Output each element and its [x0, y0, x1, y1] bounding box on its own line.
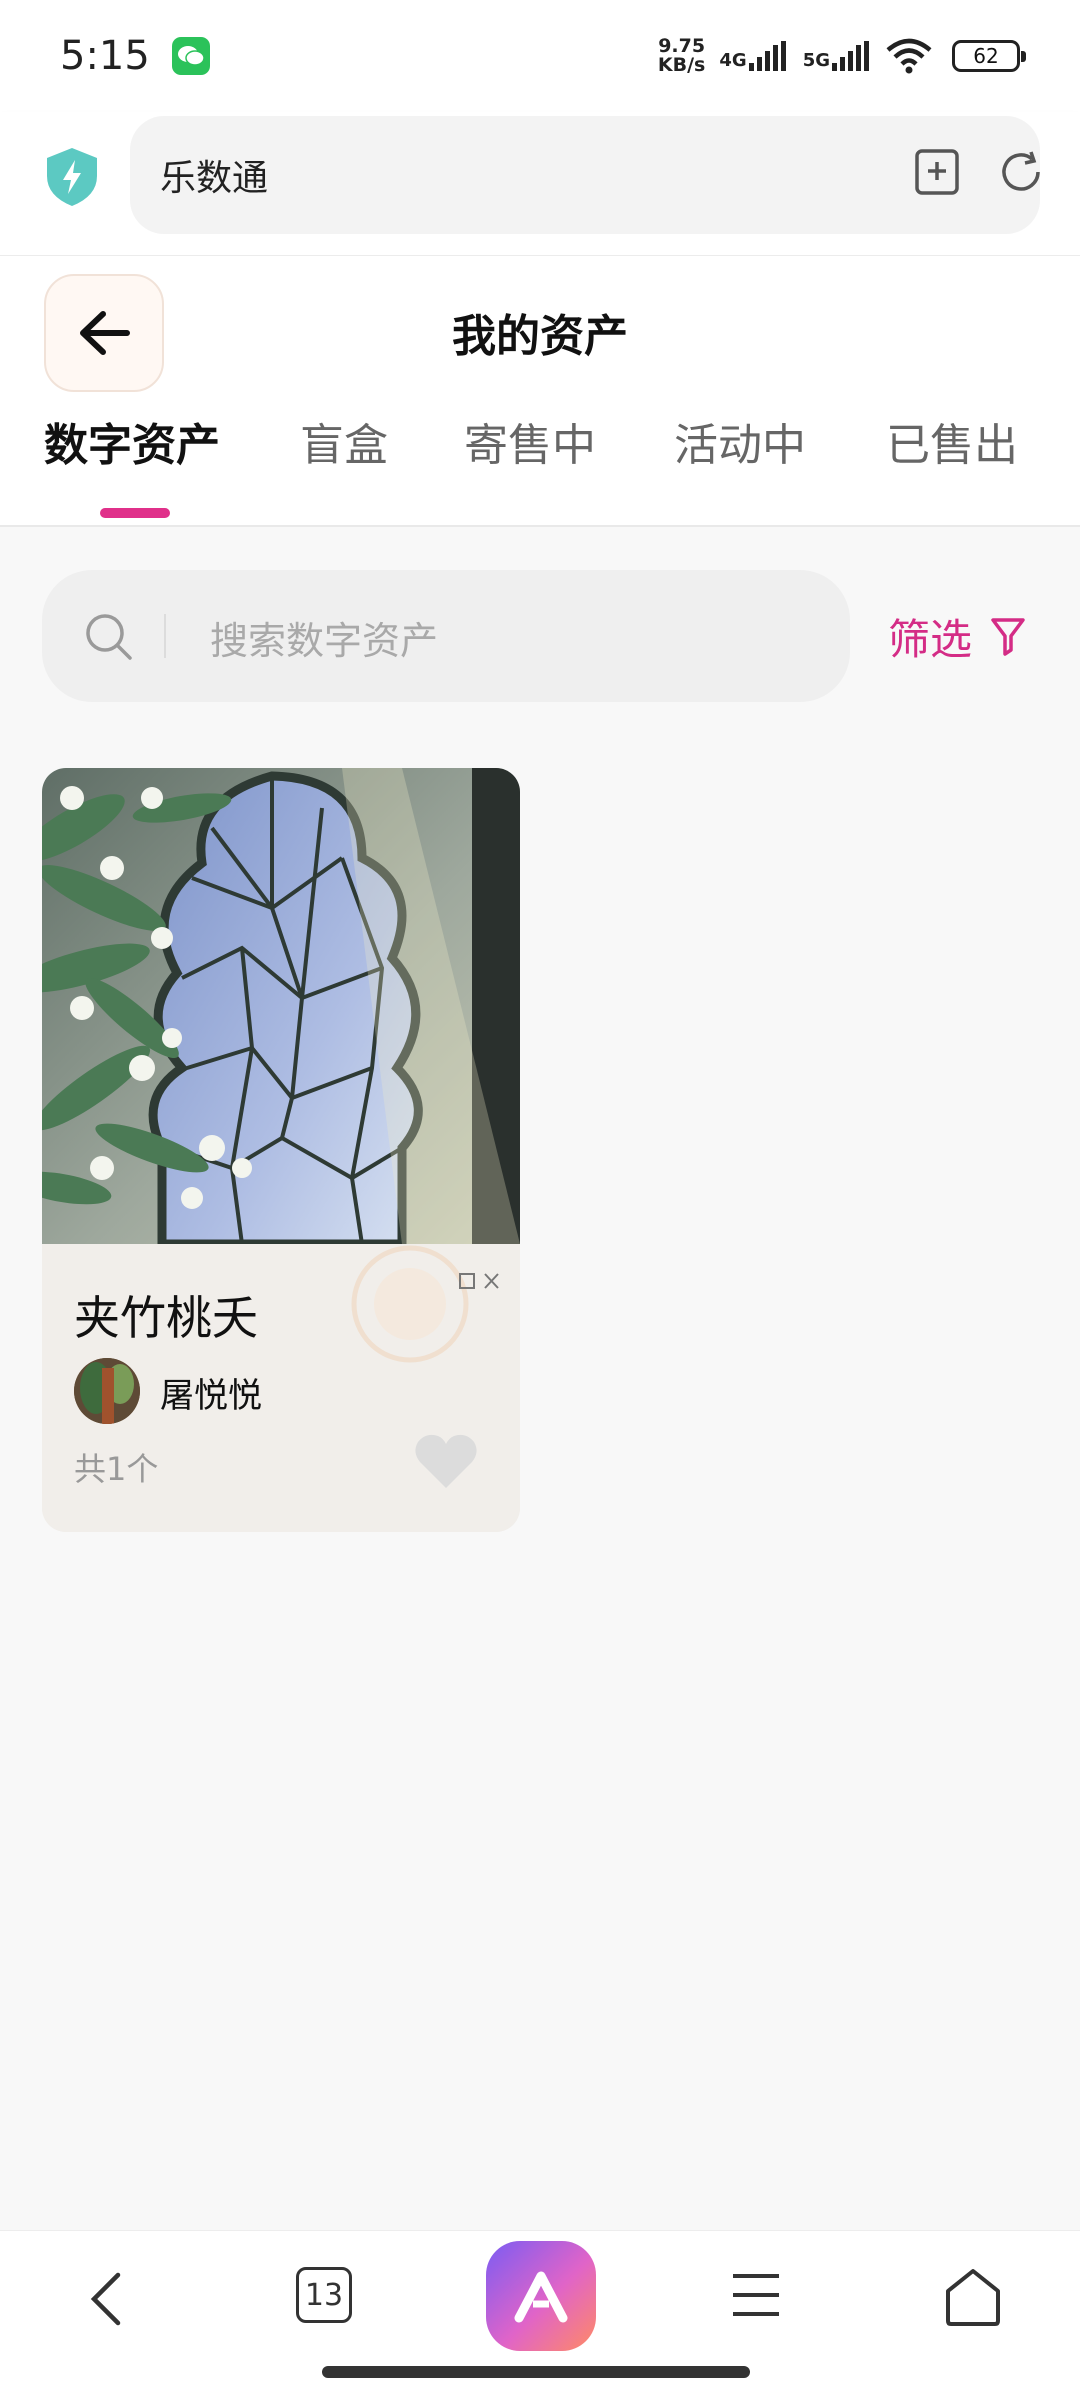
asset-count: 共1个 [74, 1450, 159, 1488]
wifi-icon [886, 38, 932, 74]
battery-level: 62 [973, 44, 999, 68]
ai-assistant-button[interactable] [486, 2241, 596, 2351]
divider [0, 525, 1080, 527]
ai-logo-icon [514, 2271, 568, 2323]
signal-bars-icon [832, 41, 869, 71]
menu-button[interactable] [728, 2267, 784, 2323]
network-speed-unit: KB/s [657, 54, 706, 76]
nav-back-button[interactable] [76, 2267, 136, 2331]
asset-info: 夹竹桃夭 屠悦悦 共1个 [42, 1244, 520, 1532]
page: 5:15 9.75 KB/s 4G 5G 62 乐数通 我的资产 数字资产 盲盒… [0, 0, 1080, 2400]
browser-toolbar: 乐数通 [0, 112, 1080, 256]
address-text: 乐数通 [160, 158, 269, 199]
active-tab-indicator [100, 508, 170, 518]
status-time: 5:15 [60, 33, 150, 79]
search-input[interactable]: 搜索数字资产 [42, 570, 850, 702]
asset-card[interactable]: 夹竹桃夭 屠悦悦 共1个 [42, 768, 520, 1532]
signal-5g: 5G [803, 41, 872, 71]
refresh-icon[interactable] [998, 150, 1044, 196]
network-speed: 9.75 KB/s [658, 37, 705, 75]
filter-button[interactable]: 筛选 [888, 606, 1026, 666]
tabs-button[interactable]: 13 [296, 2267, 352, 2323]
asset-title: 夹竹桃夭 [74, 1291, 258, 1345]
signal-4g-label: 4G [719, 50, 747, 71]
status-bar: 5:15 9.75 KB/s 4G 5G 62 [0, 0, 1080, 112]
card-decoration [351, 1245, 499, 1363]
signal-5g-label: 5G [802, 50, 830, 71]
address-bar[interactable]: 乐数通 [130, 116, 1040, 234]
add-bookmark-icon[interactable] [914, 148, 960, 196]
search-separator [164, 614, 166, 658]
tab-blind-box[interactable]: 盲盒 [300, 406, 388, 486]
tab-in-activity[interactable]: 活动中 [674, 406, 806, 486]
tab-count: 13 [304, 2277, 344, 2313]
shield-icon[interactable] [44, 146, 100, 208]
signal-bars-icon [748, 41, 786, 71]
chevron-left-icon [90, 2272, 121, 2326]
asset-thumbnail[interactable] [42, 768, 520, 1244]
search-icon [86, 614, 132, 660]
home-icon [946, 2269, 1000, 2326]
funnel-icon [991, 618, 1025, 656]
tab-on-consignment[interactable]: 寄售中 [464, 406, 596, 486]
page-title: 我的资产 [452, 311, 628, 362]
status-icons: 9.75 KB/s 4G 5G 62 [658, 37, 1026, 75]
avatar-image [74, 1358, 140, 1424]
filter-label: 筛选 [888, 614, 973, 664]
home-indicator[interactable] [322, 2366, 750, 2378]
wechat-icon [171, 37, 210, 75]
avatar [74, 1358, 140, 1424]
tab-digital-assets[interactable]: 数字资产 [44, 406, 220, 486]
creator-name: 屠悦悦 [160, 1376, 262, 1416]
hamburger-menu-icon [733, 2274, 779, 2316]
page-header: 我的资产 数字资产 盲盒 寄售中 活动中 已售出 [0, 256, 1080, 526]
search-placeholder: 搜索数字资产 [210, 619, 439, 663]
signal-4g: 4G [719, 41, 788, 71]
heart-icon[interactable] [412, 1430, 480, 1492]
tab-sold[interactable]: 已售出 [886, 406, 1018, 486]
battery-indicator: 62 [952, 40, 1026, 72]
home-button[interactable] [944, 2267, 1002, 2327]
